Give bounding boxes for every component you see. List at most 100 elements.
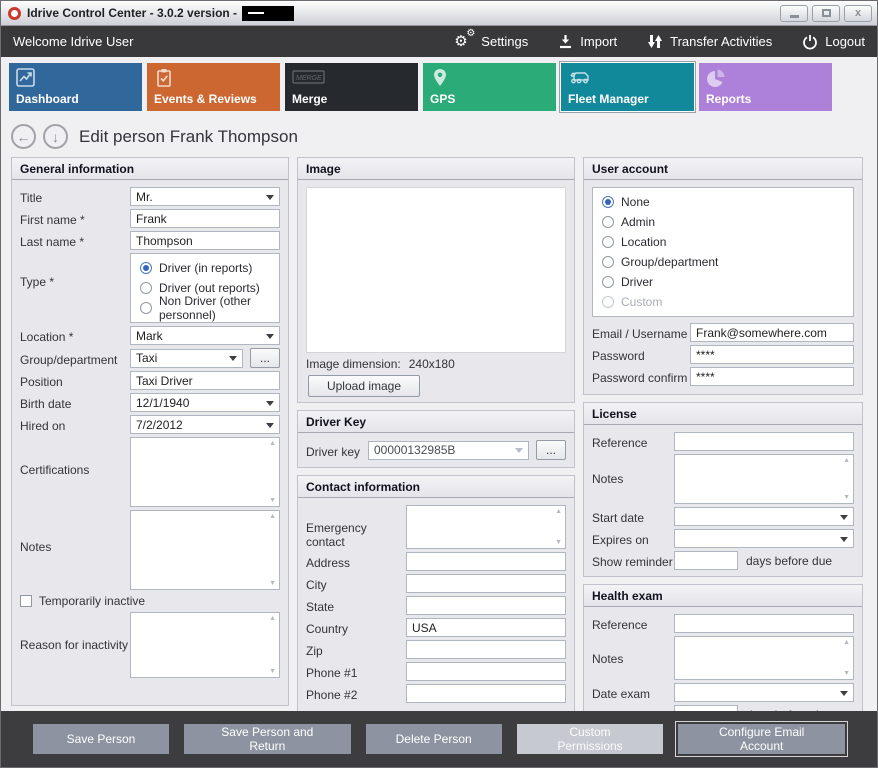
license-panel: License Reference Notes Start date <box>583 402 863 577</box>
state-field[interactable] <box>406 596 566 615</box>
vehicles-icon <box>568 68 594 87</box>
tab-strip: Dashboard Events & Reviews MERGE Merge G… <box>1 57 877 115</box>
license-reference-field[interactable] <box>674 432 854 451</box>
title-dropdown[interactable]: Mr. <box>130 187 280 206</box>
transfer-activities-button[interactable]: Transfer Activities <box>647 34 772 49</box>
save-person-and-return-button[interactable]: Save Person and Return <box>184 724 351 754</box>
footer-bar: Save Person Save Person and Return Delet… <box>1 711 877 767</box>
tab-fleet-manager[interactable]: Fleet Manager <box>561 63 694 111</box>
reason-for-inactivity-textarea[interactable] <box>130 612 280 678</box>
start-date-label: Start date <box>592 508 674 525</box>
panel-header: Contact information <box>298 476 574 498</box>
certifications-textarea[interactable] <box>130 437 280 507</box>
down-button[interactable]: ↓ <box>43 124 68 149</box>
last-name-field[interactable] <box>130 231 280 250</box>
tab-label: Events & Reviews <box>154 92 257 106</box>
position-field[interactable] <box>130 371 280 390</box>
phone1-label: Phone #1 <box>306 663 406 680</box>
email-username-field[interactable] <box>690 323 854 342</box>
tab-dashboard[interactable]: Dashboard <box>9 63 142 111</box>
delete-person-button[interactable]: Delete Person <box>366 724 502 754</box>
custom-permissions-button: Custom Permissions <box>517 724 664 754</box>
radio-role-location[interactable]: Location <box>602 234 844 250</box>
group-department-label: Group/department <box>20 350 130 367</box>
welcome-text: Welcome Idrive User <box>13 34 133 49</box>
logout-button[interactable]: Logout <box>802 34 865 50</box>
driver-key-panel: Driver Key Driver key 00000132985B ... <box>297 410 575 468</box>
driver-key-browse-button[interactable]: ... <box>536 440 566 460</box>
panel-header: Health exam <box>584 585 862 607</box>
image-panel: Image Image dimension: 240x180 Upload im… <box>297 157 575 403</box>
panel-header: Driver Key <box>298 411 574 433</box>
general-information-panel: General information Title Mr. First name… <box>11 157 289 706</box>
driver-key-dropdown[interactable]: 00000132985B <box>368 441 529 460</box>
email-username-label: Email / Username <box>592 324 690 341</box>
settings-button[interactable]: ⚙⚙ Settings <box>456 33 528 50</box>
import-button[interactable]: Import <box>558 34 617 49</box>
country-field[interactable] <box>406 618 566 637</box>
configure-email-account-button[interactable]: Configure Email Account <box>678 724 845 754</box>
chevron-down-icon <box>229 356 237 365</box>
city-label: City <box>306 575 406 592</box>
title-bar: Idrive Control Center - 3.0.2 version - … <box>1 1 877 26</box>
svg-text:MERGE: MERGE <box>296 75 322 82</box>
license-reminder-field[interactable] <box>674 551 738 570</box>
tab-events-reviews[interactable]: Events & Reviews <box>147 63 280 111</box>
license-reminder-suffix: days before due <box>746 554 832 568</box>
expires-on-dropdown[interactable] <box>674 529 854 548</box>
birth-date-dropdown[interactable]: 12/1/1940 <box>130 393 280 412</box>
radio-role-custom: Custom <box>602 294 844 310</box>
birth-date-label: Birth date <box>20 394 130 411</box>
health-reference-field[interactable] <box>674 614 854 633</box>
password-field[interactable] <box>690 345 854 364</box>
chevron-down-icon <box>266 401 274 410</box>
license-notes-textarea[interactable] <box>674 454 854 504</box>
health-notes-textarea[interactable] <box>674 636 854 680</box>
emergency-contact-textarea[interactable] <box>406 505 566 549</box>
radio-role-driver[interactable]: Driver <box>602 274 844 290</box>
close-button[interactable]: x <box>844 5 872 22</box>
panel-header: User account <box>584 158 862 180</box>
phone1-field[interactable] <box>406 662 566 681</box>
phone2-field[interactable] <box>406 684 566 703</box>
radio-role-group-department[interactable]: Group/department <box>602 254 844 270</box>
hired-on-dropdown[interactable]: 7/2/2012 <box>130 415 280 434</box>
zip-field[interactable] <box>406 640 566 659</box>
date-exam-dropdown[interactable] <box>674 683 854 702</box>
page-title: Edit person Frank Thompson <box>79 127 298 147</box>
gears-icon: ⚙⚙ <box>456 33 474 50</box>
download-icon <box>558 34 573 49</box>
first-name-field[interactable] <box>130 209 280 228</box>
password-confirm-field[interactable] <box>690 367 854 386</box>
power-icon <box>802 34 818 50</box>
address-field[interactable] <box>406 552 566 571</box>
save-person-button[interactable]: Save Person <box>33 724 169 754</box>
city-field[interactable] <box>406 574 566 593</box>
radio-driver-in-reports[interactable]: Driver (in reports) <box>140 260 270 276</box>
chevron-down-icon <box>266 195 274 204</box>
chevron-down-icon <box>266 334 274 343</box>
tab-label: Merge <box>292 92 327 106</box>
phone2-label: Phone #2 <box>306 685 406 702</box>
group-department-dropdown[interactable]: Taxi <box>130 349 243 368</box>
import-label: Import <box>580 34 617 49</box>
minimize-button[interactable] <box>780 5 808 22</box>
general-notes-textarea[interactable] <box>130 510 280 590</box>
back-button[interactable]: ← <box>11 124 36 149</box>
radio-role-admin[interactable]: Admin <box>602 214 844 230</box>
maximize-button[interactable] <box>812 5 840 22</box>
tab-merge[interactable]: MERGE Merge <box>285 63 418 111</box>
certifications-label: Certifications <box>20 437 130 477</box>
temporarily-inactive-checkbox[interactable] <box>20 595 32 607</box>
notes-label: Notes <box>20 510 130 554</box>
start-date-dropdown[interactable] <box>674 507 854 526</box>
location-dropdown[interactable]: Mark <box>130 326 280 345</box>
tab-gps[interactable]: GPS <box>423 63 556 111</box>
upload-image-button[interactable]: Upload image <box>308 375 420 397</box>
radio-role-none[interactable]: None <box>602 194 844 210</box>
radio-icon <box>140 302 152 314</box>
chevron-down-icon <box>840 515 848 524</box>
tab-reports[interactable]: Reports <box>699 63 832 111</box>
group-browse-button[interactable]: ... <box>250 348 280 368</box>
radio-non-driver[interactable]: Non Driver (other personnel) <box>140 300 270 316</box>
